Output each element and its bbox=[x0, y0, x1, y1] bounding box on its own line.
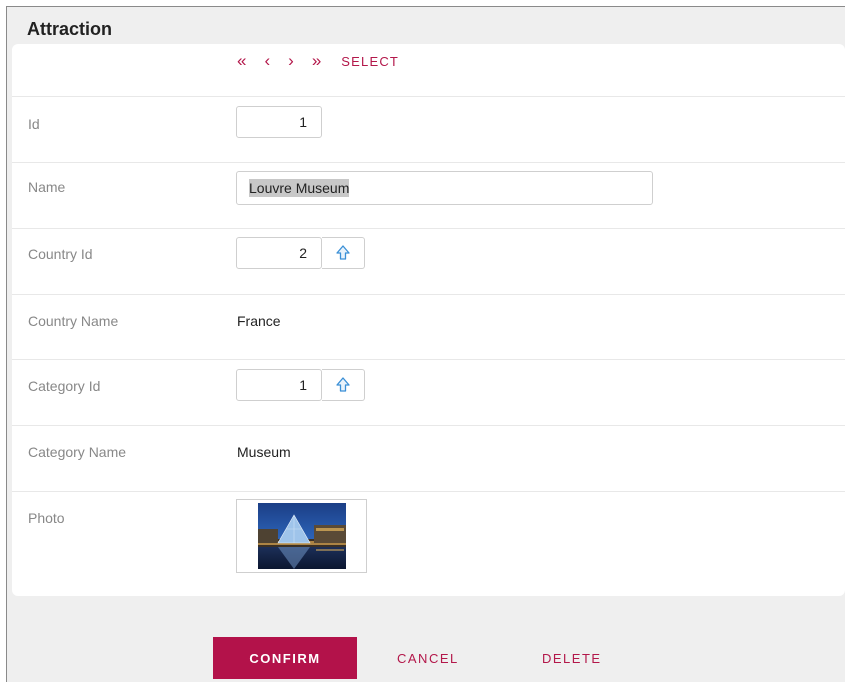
id-field[interactable] bbox=[236, 106, 322, 138]
photo-label: Photo bbox=[28, 510, 65, 526]
divider bbox=[12, 294, 845, 295]
category-name-label: Category Name bbox=[28, 444, 127, 460]
up-arrow-icon bbox=[336, 377, 350, 392]
photo-image bbox=[258, 503, 346, 569]
category-prompt-button[interactable] bbox=[322, 369, 365, 401]
category-id-label: Category Id bbox=[28, 378, 101, 394]
country-id-label: Country Id bbox=[28, 246, 93, 262]
divider bbox=[12, 228, 845, 229]
name-label: Name bbox=[28, 179, 66, 195]
confirm-button[interactable]: CONFIRM bbox=[213, 637, 357, 679]
page-title: Attraction bbox=[27, 19, 112, 39]
name-field[interactable]: Louvre Museum bbox=[236, 171, 653, 205]
name-field-value: Louvre Museum bbox=[249, 179, 350, 197]
delete-button[interactable]: DELETE bbox=[542, 637, 602, 679]
category-id-field[interactable] bbox=[236, 369, 322, 401]
divider bbox=[12, 491, 845, 492]
country-id-field[interactable] bbox=[236, 237, 322, 269]
category-name-value: Museum bbox=[237, 444, 291, 460]
last-record-button[interactable]: » bbox=[312, 51, 321, 71]
divider bbox=[12, 425, 845, 426]
cancel-button[interactable]: CANCEL bbox=[397, 637, 459, 679]
country-prompt-button[interactable] bbox=[322, 237, 365, 269]
form-card bbox=[12, 44, 845, 596]
select-button[interactable]: SELECT bbox=[341, 54, 399, 69]
divider bbox=[12, 162, 845, 163]
id-label: Id bbox=[28, 116, 40, 132]
previous-record-button[interactable]: ‹ bbox=[264, 51, 270, 71]
first-record-button[interactable]: « bbox=[237, 51, 246, 71]
divider bbox=[12, 96, 845, 97]
record-navigation: « ‹ › » SELECT bbox=[237, 51, 399, 71]
next-record-button[interactable]: › bbox=[288, 51, 294, 71]
country-name-label: Country Name bbox=[28, 313, 119, 329]
country-name-value: France bbox=[237, 313, 281, 329]
photo-field[interactable] bbox=[236, 499, 367, 573]
divider bbox=[12, 359, 845, 360]
up-arrow-icon bbox=[336, 245, 350, 260]
